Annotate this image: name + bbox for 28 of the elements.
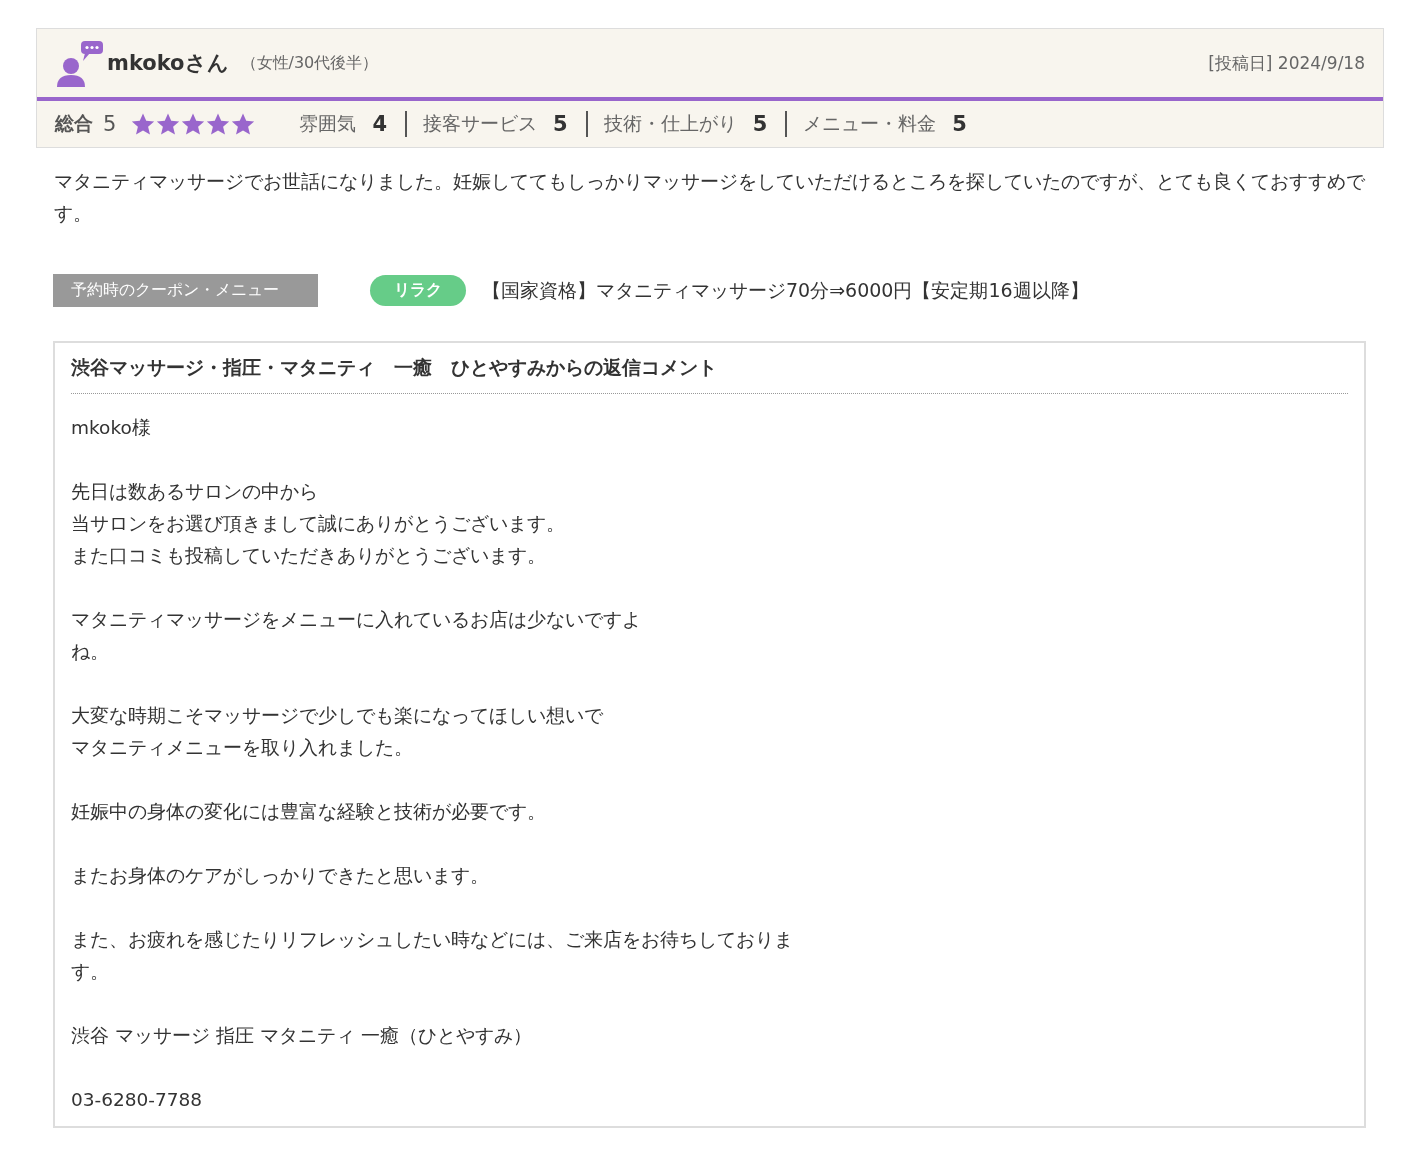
posted-date: [投稿日] 2024/9/18 — [1208, 51, 1365, 75]
rating-score: 4 — [372, 112, 387, 136]
rating-label: 接客サービス — [423, 111, 537, 136]
rating-label: 技術・仕上がり — [603, 111, 737, 136]
reply-paragraph: マタニティマッサージをメニューに入れているお店は少ないですよ ね。 — [71, 608, 642, 664]
reply-paragraph: 大変な時期こそマッサージで少しでも楽になってほしい想いで マタニティメニューを取り入れました。 — [71, 704, 604, 760]
reply-paragraph: また、お疲れを感じたりリフレッシュしたい時などには、ご来店をお待ちしておりま す。 — [71, 928, 794, 984]
overall-score: 5 — [103, 112, 117, 136]
category-tag: リラク — [370, 275, 466, 306]
review-text: マタニティマッサージでお世話になりました。妊娠しててもしっかりマッサージをしていただけるところを探していたのですが、とても良くておすすめです。 — [54, 170, 1366, 226]
user-name: mkokoさん — [107, 50, 229, 77]
reply-title: 渋谷マッサージ・指圧・マタニティ 一癒 ひとやすみからの返信コメント — [71, 355, 1348, 394]
reply-paragraph: 渋谷 マッサージ 指圧 マタニティ 一癒（ひとやすみ） — [71, 1024, 533, 1048]
coupon-label: 予約時のクーポン・メニュー — [53, 274, 318, 307]
rating-score: 5 — [553, 112, 568, 136]
rating-label: メニュー・料金 — [803, 111, 937, 136]
reply-paragraph: 03-6280-7788 — [71, 1088, 204, 1112]
overall-label: 総合 — [55, 111, 93, 136]
rating-label: 雰囲気 — [299, 111, 357, 136]
user-speech-icon — [55, 41, 105, 87]
reply-paragraph: mkoko様 — [71, 416, 152, 440]
rating-score: 5 — [752, 112, 768, 136]
rating-score: 5 — [952, 112, 967, 136]
user-profile: （女性/30代後半） — [240, 52, 379, 74]
coupon-name: 【国家資格】マタニティマッサージ70分⇒6000円【安定期16週以降】 — [482, 277, 1089, 303]
reply-paragraph: 先日は数あるサロンの中から 当サロンをお選び頂きまして誠にありがとうございます。 また口コミも投稿していただきありがとうございます。 — [71, 480, 566, 568]
reply-paragraph: またお身体のケアがしっかりできたと思います。 — [71, 864, 490, 888]
reply-paragraph: 妊娠中の身体の変化には豊富な経験と技術が必要です。 — [71, 800, 547, 824]
